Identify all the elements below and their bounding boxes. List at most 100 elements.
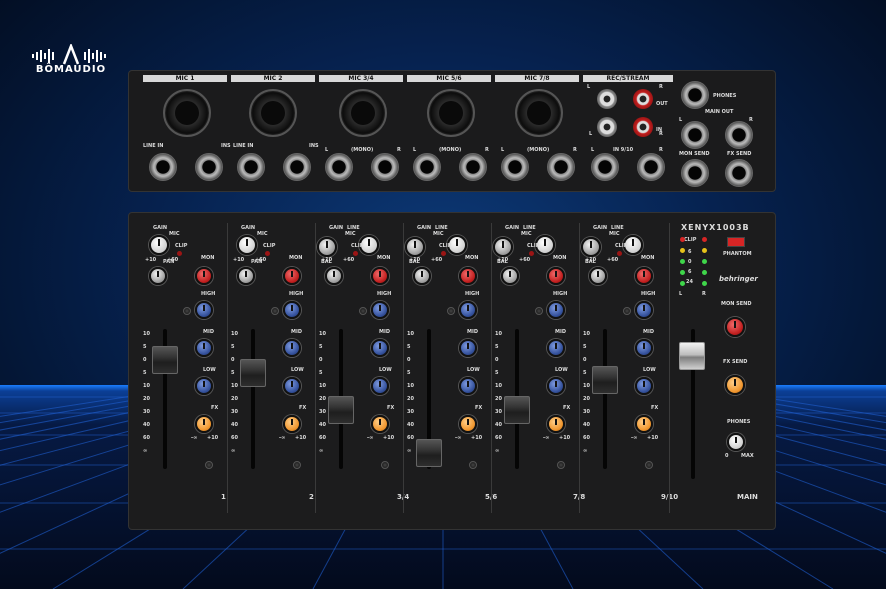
phones-volume-knob[interactable] — [727, 433, 745, 451]
ch2-fader-scale: 5 — [231, 344, 235, 350]
ch1-mon-knob[interactable] — [195, 267, 213, 285]
ch2-screw — [271, 307, 279, 315]
ch1-fader[interactable] — [152, 345, 178, 374]
ch1-low-eq-knob[interactable] — [195, 377, 213, 395]
ch1-gain-knob[interactable] — [149, 235, 169, 255]
main-out-right-jack[interactable] — [725, 121, 753, 149]
ch3-pan-knob[interactable] — [325, 267, 343, 285]
phones-jack[interactable] — [681, 81, 709, 109]
ch6-mid-eq-knob[interactable] — [635, 339, 653, 357]
ch4-pan-knob[interactable] — [413, 267, 431, 285]
ch6-mon-knob[interactable] — [635, 267, 653, 285]
ch3-mid-eq-knob[interactable] — [371, 339, 389, 357]
rca-in-right[interactable] — [633, 117, 653, 137]
ch5-fx-knob[interactable] — [547, 415, 565, 433]
ch3-fader-scale: 30 — [319, 409, 326, 415]
ch2-clip-label: CLIP — [263, 243, 276, 249]
ch6-fader[interactable] — [592, 365, 618, 394]
mic5-6-xlr-input[interactable] — [427, 89, 475, 137]
ch2-insert-jack[interactable] — [283, 153, 311, 181]
ch2-low-eq-knob[interactable] — [283, 377, 301, 395]
rca-out-right[interactable] — [633, 89, 653, 109]
ch5-mon-knob[interactable] — [547, 267, 565, 285]
ch6-r-jack[interactable] — [459, 153, 487, 181]
ch6-pan-knob[interactable] — [589, 267, 607, 285]
ch9-l-jack[interactable] — [591, 153, 619, 181]
ch6-mic-gain-knob[interactable] — [581, 237, 601, 257]
ch5-fader[interactable] — [504, 396, 530, 425]
ch6-low-eq-knob[interactable] — [635, 377, 653, 395]
ch7-l-label: L — [501, 147, 505, 153]
ch4-fx-knob[interactable] — [459, 415, 477, 433]
mic1-xlr-input[interactable] — [163, 89, 211, 137]
ch6-high-eq-knob[interactable] — [635, 301, 653, 319]
ch2-gain-knob[interactable] — [237, 235, 257, 255]
ch4-fader[interactable] — [416, 438, 442, 467]
ch2-pan-knob[interactable] — [237, 267, 255, 285]
meter-led-left — [680, 270, 685, 275]
ch1-gain-max: +60 — [167, 257, 179, 263]
ch3-l-jack[interactable] — [325, 153, 353, 181]
ch4-r-jack[interactable] — [371, 153, 399, 181]
ch6-clip-led — [617, 251, 622, 256]
ch2-fx-knob[interactable] — [283, 415, 301, 433]
rca-out-left[interactable] — [597, 89, 617, 109]
ch3-mic-gain-knob[interactable] — [317, 237, 337, 257]
ch3-l-label: L — [325, 147, 329, 153]
ch3-fader-scale: 10 — [319, 331, 326, 337]
phantom-switch[interactable] — [727, 237, 745, 247]
ch5-fader-scale: 10 — [495, 331, 502, 337]
main-out-left-jack[interactable] — [681, 121, 709, 149]
ch4-low-eq-knob[interactable] — [459, 377, 477, 395]
ch4-mon-knob[interactable] — [459, 267, 477, 285]
ch1-pan-knob[interactable] — [149, 267, 167, 285]
ch1-fx-knob[interactable] — [195, 415, 213, 433]
phones-label: PHONES — [713, 93, 737, 99]
fx-send-jack[interactable] — [725, 159, 753, 187]
ch1-insert-jack[interactable] — [195, 153, 223, 181]
ch3-low-eq-knob[interactable] — [371, 377, 389, 395]
ch6-gain-label: GAIN — [593, 225, 608, 231]
rca-in-left[interactable] — [597, 117, 617, 137]
ch6-fader-scale: 20 — [583, 396, 590, 402]
ch3-high-eq-knob[interactable] — [371, 301, 389, 319]
ch5-l-jack[interactable] — [413, 153, 441, 181]
ch2-line-jack[interactable] — [237, 153, 265, 181]
ch4-mid-eq-knob[interactable] — [459, 339, 477, 357]
ch1-high-eq-knob[interactable] — [195, 301, 213, 319]
ch3-clip-led — [353, 251, 358, 256]
ch3-fx-knob[interactable] — [371, 415, 389, 433]
ch3-mon-knob[interactable] — [371, 267, 389, 285]
ch4-mid-label: MID — [467, 329, 478, 335]
ch5-low-eq-knob[interactable] — [547, 377, 565, 395]
ch5-mic-gain-knob[interactable] — [493, 237, 513, 257]
ch5-r-label: R — [485, 147, 489, 153]
ch4-mic-gain-knob[interactable] — [405, 237, 425, 257]
ch6-fx-knob[interactable] — [635, 415, 653, 433]
ch7-l-jack[interactable] — [501, 153, 529, 181]
ch5-pan-knob[interactable] — [501, 267, 519, 285]
main-fx-send-knob[interactable] — [725, 375, 745, 395]
ch2-mon-knob[interactable] — [283, 267, 301, 285]
main-mon-send-knob[interactable] — [725, 317, 745, 337]
ch2-mid-eq-knob[interactable] — [283, 339, 301, 357]
mic3-4-xlr-input[interactable] — [339, 89, 387, 137]
ch5-high-eq-knob[interactable] — [547, 301, 565, 319]
ch8-r-jack[interactable] — [547, 153, 575, 181]
mic2-xlr-input[interactable] — [249, 89, 297, 137]
mon-send-jack[interactable] — [681, 159, 709, 187]
main-fader[interactable] — [679, 342, 705, 371]
ch5-mon-label: MON — [553, 255, 567, 261]
mic7-8-xlr-input[interactable] — [515, 89, 563, 137]
ch4-high-eq-knob[interactable] — [459, 301, 477, 319]
ch10-r-jack[interactable] — [637, 153, 665, 181]
ch1-line-jack[interactable] — [149, 153, 177, 181]
ch1-mid-eq-knob[interactable] — [195, 339, 213, 357]
ch2-high-eq-knob[interactable] — [283, 301, 301, 319]
model-name: XENYX1003B — [681, 223, 750, 232]
ch3-fader[interactable] — [328, 396, 354, 425]
ch2-fader[interactable] — [240, 359, 266, 388]
ch5-mid-eq-knob[interactable] — [547, 339, 565, 357]
ch5-fader-scale: 60 — [495, 435, 502, 441]
ch2-fader-scale: 10 — [231, 383, 238, 389]
